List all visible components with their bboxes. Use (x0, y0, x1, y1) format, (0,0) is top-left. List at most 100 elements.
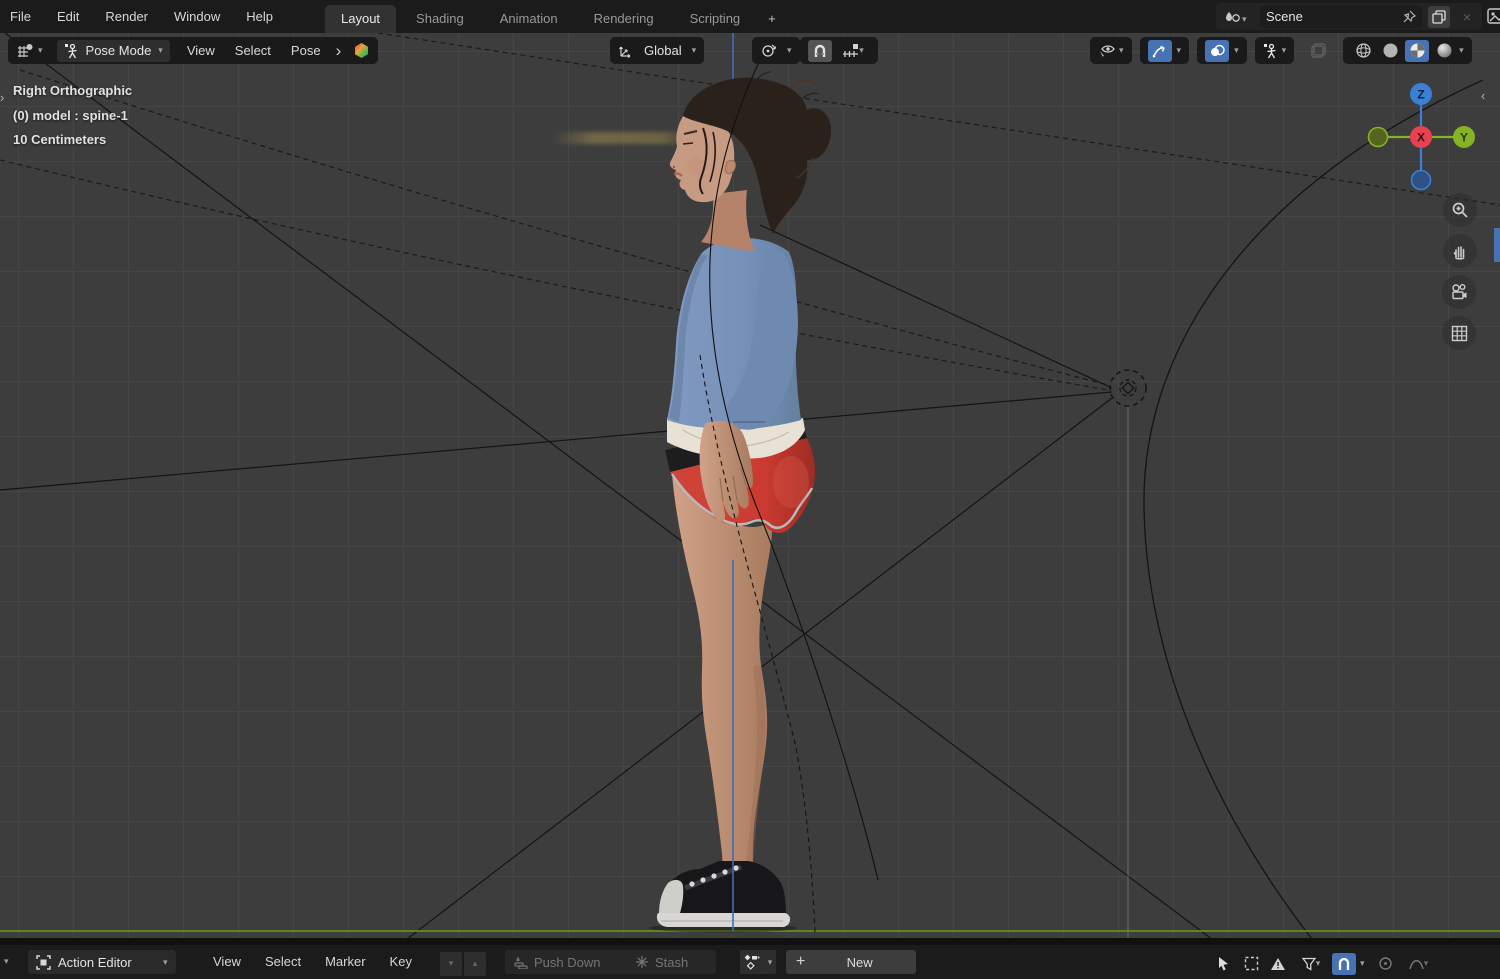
tab-rendering[interactable]: Rendering (578, 5, 670, 33)
zoom-button[interactable] (1443, 193, 1477, 227)
chevron-down-icon: ▾ (4, 956, 9, 966)
editor-type-button-bottom[interactable]: ▾ (4, 948, 9, 975)
viewport-3d[interactable]: ▾ Pose Mode ▾ View Select Pose › Global … (0, 33, 1500, 938)
menu-file[interactable]: File (10, 9, 31, 24)
ds-menu-select[interactable]: Select (265, 954, 301, 969)
show-errors-toggle[interactable] (1266, 953, 1290, 975)
pivot-point-dropdown[interactable]: ▾ (752, 37, 800, 64)
editor-3d-viewport-icon (18, 43, 33, 57)
axis-z-ball[interactable]: Z (1410, 83, 1432, 105)
chevron-down-icon: ▾ (691, 45, 697, 55)
wireframe-sphere-icon (1356, 43, 1371, 58)
pin-icon[interactable] (1402, 10, 1416, 24)
transform-orientation-dropdown[interactable]: Global ▾ (610, 37, 705, 64)
cursor-arrow-icon (1219, 957, 1228, 971)
falloff-dropdown-disabled[interactable]: ▾ (1401, 953, 1437, 975)
menu-view[interactable]: View (184, 43, 218, 58)
push-down-button[interactable]: Push Down (505, 950, 631, 974)
chevron-down-icon: ▾ (787, 45, 792, 55)
funnel-icon (1301, 957, 1316, 971)
toolbar-expand-arrow[interactable]: › (0, 90, 4, 105)
viewlayer-icon[interactable] (1486, 6, 1500, 26)
editor-divider[interactable] (0, 938, 1500, 945)
shading-rendered-button[interactable] (1432, 40, 1456, 62)
action-editor-mode-dropdown[interactable]: Action Editor ▾ (28, 950, 176, 974)
ds-menu-marker[interactable]: Marker (325, 954, 365, 969)
axis-minus-z-ball[interactable] (1410, 169, 1432, 191)
snap-toggle[interactable] (808, 39, 832, 62)
editor-mode-label: Action Editor (58, 954, 132, 970)
character-model[interactable] (555, 70, 875, 935)
camera-view-button[interactable] (1442, 275, 1476, 309)
breadcrumb[interactable]: › (336, 41, 342, 61)
menu-select[interactable]: Select (232, 43, 274, 58)
show-overlays-toggle[interactable] (1205, 39, 1230, 62)
stash-label: Stash (655, 954, 689, 970)
menu-help[interactable]: Help (246, 9, 273, 24)
axis-x-ball[interactable]: X (1410, 126, 1432, 148)
pose-mode-icon (64, 43, 77, 58)
toggle-ortho-button[interactable] (1442, 316, 1476, 350)
chevron-down-icon[interactable]: ▾ (1360, 959, 1365, 968)
shading-material-button[interactable] (1405, 39, 1430, 62)
rendered-sphere-icon (1437, 43, 1452, 58)
active-object-icon[interactable] (353, 42, 370, 59)
proportional-edit-toggle-disabled[interactable] (1374, 953, 1398, 975)
menu-edit[interactable]: Edit (57, 9, 79, 24)
topbar: File Edit Render Window Help Layout Shad… (0, 0, 1500, 34)
tab-shading[interactable]: Shading (400, 5, 480, 33)
chevron-down-icon[interactable]: ▾ (1234, 46, 1239, 55)
xray-pose-options[interactable]: ▾ (1254, 37, 1295, 64)
sidebar-tab-marker[interactable] (1494, 228, 1500, 262)
selectability-dropdown[interactable]: ▾ (1090, 37, 1132, 64)
auto-snap-toggle[interactable] (1332, 952, 1356, 975)
scene-datablock-icon[interactable]: ▾ (1220, 6, 1254, 28)
add-workspace-button[interactable]: + (760, 5, 784, 33)
context-label: (0) model : spine-1 (13, 107, 128, 123)
snowflake-icon (636, 956, 648, 968)
keying-type-dropdown[interactable]: ▾ (740, 950, 776, 974)
new-action-label: New (846, 954, 873, 970)
menu-render[interactable]: Render (105, 9, 148, 24)
shading-solid-button[interactable] (1378, 40, 1402, 62)
action-up-button[interactable]: ▴ (464, 951, 486, 976)
chevron-down-icon[interactable]: ▾ (1459, 46, 1464, 55)
ds-menu-key[interactable]: Key (390, 954, 412, 969)
proportional-editing-dropdown[interactable]: ▾ (836, 40, 870, 62)
chevron-down-icon[interactable]: ▾ (1177, 46, 1182, 55)
filter-dropdown[interactable]: ▾ (1293, 953, 1329, 975)
editor-type-button[interactable]: ▾ (16, 43, 43, 59)
only-selected-toggle[interactable] (1212, 953, 1236, 975)
scene-name-field[interactable]: Scene (1260, 5, 1422, 28)
tab-animation[interactable]: Animation (484, 5, 574, 33)
axis-y-ball[interactable]: Y (1453, 126, 1475, 148)
shading-wireframe-button[interactable] (1351, 40, 1375, 62)
chevron-down-icon: ▾ (38, 45, 43, 55)
tab-scripting[interactable]: Scripting (674, 5, 757, 33)
camera-icon (1452, 284, 1467, 300)
unlink-scene-button[interactable]: × (1456, 6, 1478, 28)
pan-button[interactable] (1443, 234, 1477, 268)
tab-layout[interactable]: Layout (325, 5, 397, 33)
ik-target-empty[interactable] (1109, 369, 1147, 407)
axis-minus-y-ball[interactable] (1367, 126, 1389, 148)
ds-menu-view[interactable]: View (213, 954, 241, 969)
plus-icon: + (796, 953, 806, 970)
chevron-down-icon: ▾ (1281, 45, 1287, 55)
mode-dropdown[interactable]: Pose Mode ▾ (56, 39, 170, 62)
menu-pose[interactable]: Pose (288, 43, 324, 58)
render-region-button[interactable] (1302, 37, 1335, 64)
new-action-button[interactable]: + New (786, 950, 916, 974)
frame-region-button[interactable] (1239, 953, 1263, 975)
main-menus: File Edit Render Window Help (0, 9, 273, 24)
axis-x-label: X (1417, 131, 1425, 145)
menu-window[interactable]: Window (174, 9, 220, 24)
svg-text:▾: ▾ (1242, 14, 1247, 24)
warning-icon (1271, 957, 1285, 970)
show-gizmo-toggle[interactable] (1147, 39, 1172, 62)
navigation-gizmo[interactable]: Z Y X (1352, 73, 1492, 203)
sneaker (656, 861, 791, 927)
stash-button[interactable]: Stash (626, 950, 716, 974)
new-scene-button[interactable] (1428, 5, 1450, 28)
action-down-button[interactable]: ▾ (440, 951, 462, 976)
